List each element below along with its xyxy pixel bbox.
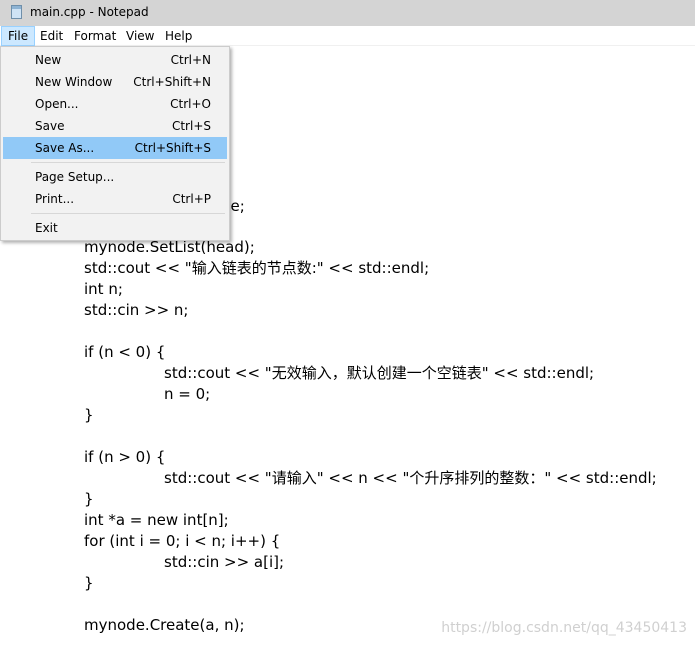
menu-item-shortcut: Ctrl+O: [170, 97, 211, 111]
menu-item-shortcut: Ctrl+Shift+N: [133, 75, 211, 89]
menu-separator: [31, 162, 225, 163]
menu-item-label: Save: [35, 119, 65, 133]
title-bar: main.cpp - Notepad: [0, 0, 695, 26]
menu-item-new[interactable]: New Ctrl+N: [3, 49, 227, 71]
menu-item-label: New: [35, 53, 62, 67]
menu-item-exit[interactable]: Exit: [3, 217, 227, 239]
menu-item-label: New Window: [35, 75, 113, 89]
menu-item-save[interactable]: Save Ctrl+S: [3, 115, 227, 137]
code-line: }: [84, 406, 94, 424]
watermark: https://blog.csdn.net/qq_43450413: [441, 620, 687, 636]
menu-edit[interactable]: Edit: [34, 26, 69, 46]
code-line: std::cout << "无效输入，默认创建一个空链表" << std::en…: [164, 364, 595, 382]
menu-item-label: Print...: [35, 192, 75, 206]
code-line: }: [84, 490, 94, 508]
code-line: if (n < 0) {: [84, 343, 166, 361]
menu-item-shortcut: Ctrl+N: [170, 53, 211, 67]
menu-item-print[interactable]: Print... Ctrl+P: [3, 188, 227, 210]
code-line: mynode.Create(a, n);: [84, 616, 245, 634]
menu-format[interactable]: Format: [68, 26, 122, 46]
menu-item-page-setup[interactable]: Page Setup...: [3, 166, 227, 188]
menu-item-shortcut: Ctrl+Shift+S: [134, 141, 211, 155]
menu-item-open[interactable]: Open... Ctrl+O: [3, 93, 227, 115]
menu-help[interactable]: Help: [159, 26, 198, 46]
code-line: }: [84, 574, 94, 592]
menu-item-label: Exit: [35, 221, 58, 235]
menu-item-label: Open...: [35, 97, 79, 111]
code-line: n = 0;: [164, 385, 211, 403]
menu-view[interactable]: View: [120, 26, 160, 46]
menu-separator: [31, 213, 225, 214]
code-line: for (int i = 0; i < n; i++) {: [84, 532, 281, 550]
menu-item-label: Save As...: [35, 141, 95, 155]
menu-item-shortcut: Ctrl+S: [171, 119, 211, 133]
code-line: std::cout << "输入链表的节点数:" << std::endl;: [84, 259, 430, 277]
window-title: main.cpp - Notepad: [30, 5, 149, 19]
menu-item-shortcut: Ctrl+P: [172, 192, 211, 206]
code-line: std::cout << "请输入" << n << "个升序排列的整数：" <…: [164, 469, 657, 487]
menu-item-label: Page Setup...: [35, 170, 115, 184]
menu-item-new-window[interactable]: New Window Ctrl+Shift+N: [3, 71, 227, 93]
code-line: std::cin >> a[i];: [164, 553, 285, 571]
file-menu-dropdown: New Ctrl+N New Window Ctrl+Shift+N Open...…: [0, 46, 230, 241]
code-line: std::cin >> n;: [84, 301, 189, 319]
code-line: if (n > 0) {: [84, 448, 166, 466]
code-line: int *a = new int[n];: [84, 511, 229, 529]
code-line: int n;: [84, 280, 123, 298]
menu-file[interactable]: File: [1, 26, 36, 46]
menu-item-save-as[interactable]: Save As... Ctrl+Shift+S: [3, 137, 227, 159]
notepad-icon: [11, 5, 22, 19]
menu-bar: File Edit Format View Help: [0, 26, 695, 46]
